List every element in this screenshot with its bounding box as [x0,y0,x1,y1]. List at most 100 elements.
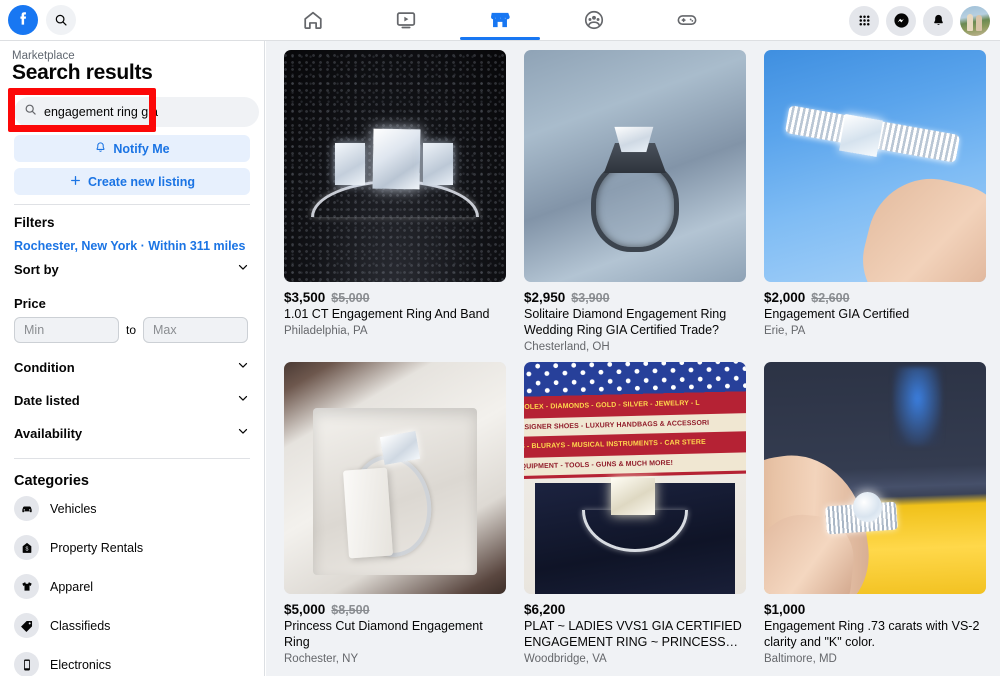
divider [14,458,250,459]
notify-me-button[interactable]: Notify Me [14,135,250,162]
three-stone-diamond-ring-on-black-fabric-photo [284,50,506,282]
price-separator-label: to [126,323,137,337]
listing-price-row: $1,000 [764,602,986,617]
price-max-input[interactable] [143,317,249,343]
listing-location: Chesterland, OH [524,341,610,353]
page-title: Search results [12,61,153,84]
listing-location: Philadelphia, PA [284,325,368,337]
chevron-down-icon [236,358,250,377]
tshirt-icon [14,574,39,599]
filter-date-listed[interactable]: Date listed [14,384,250,417]
listing-title: Engagement GIA Certified [764,307,910,321]
listing-card[interactable]: $3,500 $5,000 1.01 CT Engagement Ring An… [284,50,506,353]
listing-price: $6,200 [524,602,566,617]
price-filter-row: to [14,317,250,343]
profile-avatar[interactable] [960,5,990,36]
filter-label: Condition [14,360,75,375]
listing-title: 1.01 CT Engagement Ring And Band [284,307,490,321]
listing-location: Erie, PA [764,325,806,337]
listing-image[interactable] [764,362,986,594]
search-input[interactable] [44,105,234,119]
listing-price-row: $2,000 $2,600 [764,290,986,305]
listing-original-price: $5,000 [331,291,370,305]
top-navigation-bar [0,0,1000,41]
listing-price-row: $5,000 $8,500 [284,602,506,617]
marketplace-sidebar: Marketplace Search results Notify Me Cre… [0,41,265,676]
listing-image[interactable]: ROLEX - DIAMONDS - GOLD - SILVER - JEWEL… [524,362,746,594]
listing-image[interactable] [284,50,506,282]
facebook-logo-icon[interactable] [8,5,38,35]
divider [14,204,250,205]
search-row [10,91,259,135]
listing-price-row: $2,950 $3,900 [524,290,746,305]
filter-condition[interactable]: Condition [14,351,250,384]
grid-menu-icon[interactable] [849,5,879,36]
listing-title: PLAT ~ LADIES VVS1 GIA CERTIFIED ENGAGEM… [524,619,742,649]
sidebar-item-label: Electronics [50,657,112,672]
chevron-down-icon [236,260,250,279]
listing-price: $2,950 [524,290,566,305]
listing-image[interactable] [524,50,746,282]
price-min-input[interactable] [14,317,119,343]
nav-tab-home[interactable] [266,0,360,40]
house-rental-icon: $ [14,535,39,560]
car-icon [14,496,39,521]
nav-tab-watch[interactable] [360,0,454,40]
chevron-down-icon [236,391,250,410]
categories-heading: Categories [14,473,89,489]
notify-me-label: Notify Me [113,141,170,156]
marketplace-search-field[interactable] [14,97,259,127]
filter-label: Date listed [14,393,80,408]
sidebar-item-apparel[interactable]: Apparel [14,567,250,606]
sidebar-item-vehicles[interactable]: Vehicles [14,489,250,528]
sidebar-item-label: Property Rentals [50,540,144,555]
listing-original-price: $8,500 [331,603,370,617]
listing-original-price: $3,900 [571,291,610,305]
listing-price-row: $6,200 [524,602,746,617]
ring-with-american-flag-banner-photo: ROLEX - DIAMONDS - GOLD - SILVER - JEWEL… [524,362,746,594]
listing-card[interactable]: $1,000 Engagement Ring .73 carats with V… [764,362,986,665]
filter-sort-by[interactable]: Sort by [14,253,250,286]
create-new-listing-button[interactable]: Create new listing [14,168,250,195]
listings-grid: $3,500 $5,000 1.01 CT Engagement Ring An… [284,50,986,665]
plus-icon [69,174,82,190]
primary-nav-tabs [266,0,734,40]
filter-label: Sort by [14,262,59,277]
hand-holding-ring-yellow-cloth-photo [764,362,986,594]
banner-line: QUIPMENT - TOOLS - GUNS & MUCH MORE! [524,452,746,477]
svg-text:$: $ [25,546,28,552]
listing-location: Woodbridge, VA [524,653,607,665]
bell-icon[interactable] [923,5,953,36]
sidebar-item-classifieds[interactable]: Classifieds [14,606,250,645]
price-tag-icon [14,613,39,638]
filter-availability[interactable]: Availability [14,417,250,450]
sidebar-item-electronics[interactable]: Electronics [14,645,250,676]
listing-image[interactable] [764,50,986,282]
page-body: Marketplace Search results Notify Me Cre… [0,41,1000,676]
listing-card[interactable]: $2,000 $2,600 Engagement GIA Certified E… [764,50,986,353]
messenger-icon[interactable] [886,5,916,36]
listing-price-row: $3,500 $5,000 [284,290,506,305]
nav-tab-gaming[interactable] [640,0,734,40]
listing-image[interactable] [284,362,506,594]
listing-location: Baltimore, MD [764,653,837,665]
search-icon[interactable] [46,5,76,35]
listing-card[interactable]: $2,950 $3,900 Solitaire Diamond Engageme… [524,50,746,353]
location-filter-link[interactable]: Rochester, New York · Within 311 miles [10,239,254,253]
sidebar-item-label: Vehicles [50,501,97,516]
sidebar-item-label: Classifieds [50,618,111,633]
listing-title: Princess Cut Diamond Engagement Ring [284,619,483,649]
nav-tab-marketplace[interactable] [453,0,547,40]
listing-card[interactable]: $5,000 $8,500 Princess Cut Diamond Engag… [284,362,506,665]
listing-card[interactable]: ROLEX - DIAMONDS - GOLD - SILVER - JEWEL… [524,362,746,665]
ring-on-finger-blue-sky-photo [764,50,986,282]
listing-price: $3,500 [284,290,326,305]
listing-title: Engagement Ring .73 carats with VS-2 cla… [764,619,980,649]
listing-price: $5,000 [284,602,326,617]
nav-tab-groups[interactable] [547,0,641,40]
sidebar-item-property-rentals[interactable]: $ Property Rentals [14,528,250,567]
price-filter-label: Price [14,296,46,311]
listing-location: Rochester, NY [284,653,359,665]
search-icon [24,103,37,121]
listing-price: $1,000 [764,602,806,617]
